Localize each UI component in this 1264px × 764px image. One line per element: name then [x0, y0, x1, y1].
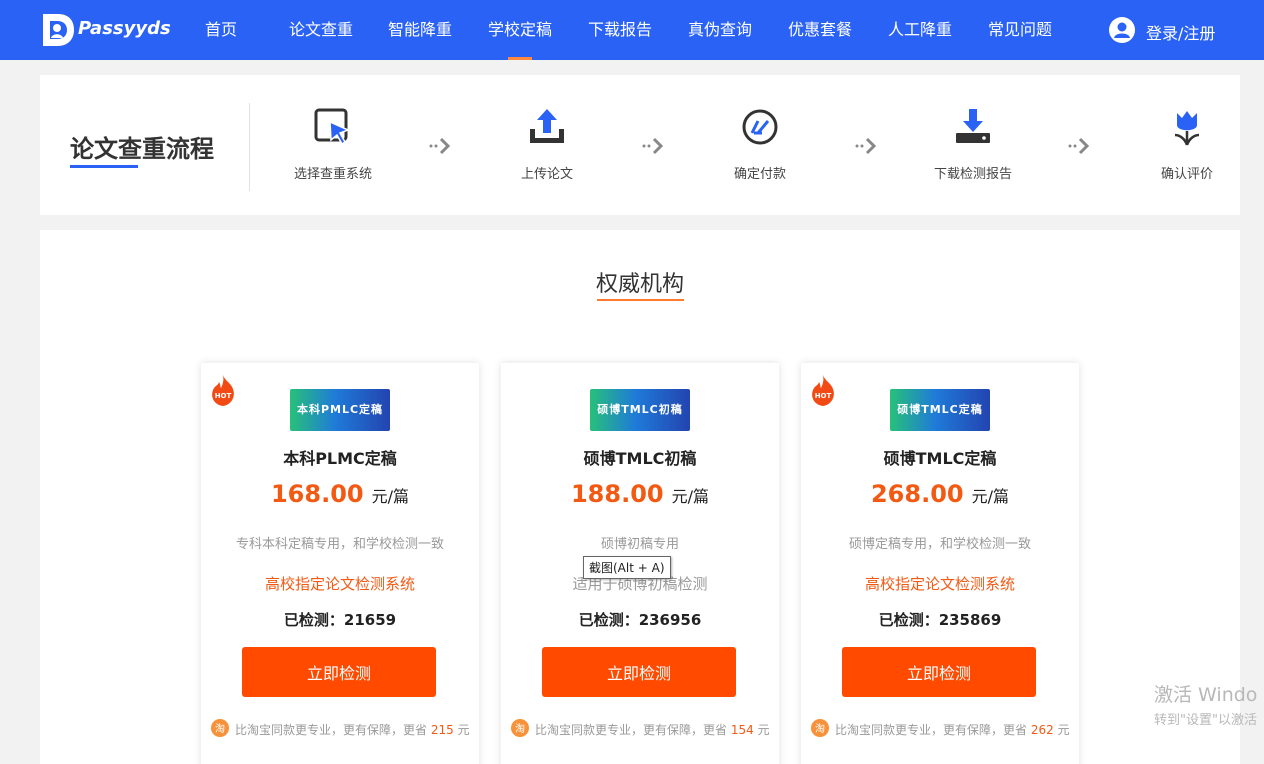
svg-text:HOT: HOT	[215, 392, 232, 400]
tulip-icon	[1174, 111, 1200, 146]
nav-item-smart-rewrite[interactable]: 智能降重	[387, 0, 453, 60]
checked-count: 已检测：21659	[283, 611, 397, 629]
process-divider	[249, 103, 250, 191]
process-step-label: 选择查重系统	[293, 167, 372, 182]
product-feature: 高校指定论文检测系统	[264, 575, 415, 593]
taobao-saving: 262	[1030, 723, 1054, 737]
screenshot-tooltip: 截图(Alt + A)	[583, 556, 671, 579]
check-now-button[interactable]: 立即检测	[842, 647, 1036, 697]
login-register-label: 登录/注册	[1146, 24, 1216, 43]
activation-subtitle: 转到"设置"以激活	[1154, 713, 1257, 728]
price-row: 188.00 元/篇	[501, 480, 779, 508]
nav-item-packages[interactable]: 优惠套餐	[787, 0, 853, 60]
check-now-button[interactable]: 立即检测	[542, 647, 736, 697]
step-arrow-icon	[429, 137, 451, 155]
price-row: 168.00 元/篇	[201, 480, 479, 508]
product-price: 268.00	[870, 480, 964, 508]
process-step-label: 确认评价	[1160, 167, 1213, 182]
product-name: 本科PLMC定稿	[283, 449, 397, 468]
product-name: 硕博TMLC定稿	[883, 449, 997, 468]
process-step-label: 下载检测报告	[933, 167, 1012, 182]
hot-badge-icon: HOT	[212, 375, 234, 406]
product-description: 专科本科定稿专用，和学校检测一致	[235, 537, 444, 552]
section-title-underline	[597, 299, 684, 301]
step-arrow-icon	[1068, 137, 1090, 155]
product-price: 168.00	[270, 480, 364, 508]
taobao-icon: 淘	[211, 719, 229, 737]
product-name: 硕博TMLC初稿	[583, 449, 697, 468]
taobao-compare-text: 比淘宝同款更专业，更有保障，更省	[535, 723, 728, 737]
product-banner: 硕博TMLC初稿	[590, 389, 690, 431]
process-step-label: 上传论文	[520, 167, 573, 182]
process-title: 论文查重流程	[70, 135, 214, 163]
taobao-icon: 淘	[511, 719, 529, 737]
hot-badge-icon: HOT	[812, 375, 834, 406]
windows-activation-watermark: 激活 Windo 转到"设置"以激活	[1154, 680, 1264, 728]
nav-item-verify[interactable]: 真伪查询	[687, 0, 753, 60]
step-arrow-icon	[855, 137, 877, 155]
product-banner-text: 硕博TMLC初稿	[597, 403, 683, 416]
price-row: 268.00 元/篇	[801, 480, 1079, 508]
process-step-label: 确定付款	[733, 167, 786, 182]
authority-section: 权威机构 HOT 本科PMLC定稿 本科PLMC定稿 168.00 元/篇 专科本…	[40, 230, 1240, 764]
checked-count: 已检测：236956	[578, 611, 702, 629]
taobao-saving: 154	[730, 723, 754, 737]
process-title-underline	[70, 165, 138, 168]
price-unit: 元/篇	[371, 487, 410, 506]
taobao-saving: 215	[430, 723, 454, 737]
nav-item-home[interactable]: 首页	[204, 0, 238, 60]
taobao-icon: 淘	[811, 719, 829, 737]
step-arrow-icon	[642, 137, 664, 155]
process-step-upload: 上传论文	[477, 105, 617, 182]
logo-text: Passyyds	[78, 18, 171, 39]
svg-text:HOT: HOT	[815, 392, 832, 400]
process-step-review: 确认评价	[1117, 105, 1257, 182]
svg-text:淘: 淘	[215, 722, 225, 735]
nav-item-plagiarism-check[interactable]: 论文查重	[288, 0, 354, 60]
product-card: HOT 本科PMLC定稿 本科PLMC定稿 168.00 元/篇 专科本科定稿专用…	[201, 363, 479, 764]
nav-item-download-report[interactable]: 下载报告	[587, 0, 653, 60]
product-banner: 本科PMLC定稿	[290, 389, 390, 431]
product-price: 188.00	[570, 480, 664, 508]
process-step-payment: 确定付款	[690, 105, 830, 182]
price-unit: 元/篇	[971, 487, 1010, 506]
product-banner: 硕博TMLC定稿	[890, 389, 990, 431]
taobao-saving-unit: 元	[757, 723, 770, 737]
product-feature: 高校指定论文检测系统	[864, 575, 1015, 593]
taobao-compare-text: 比淘宝同款更专业，更有保障，更省	[835, 723, 1028, 737]
check-now-button[interactable]: 立即检测	[242, 647, 436, 697]
process-step-download-report: 下载检测报告	[903, 105, 1043, 182]
activation-title: 激活 Windo	[1154, 684, 1258, 706]
product-banner-text: 本科PMLC定稿	[296, 403, 384, 416]
svg-text:淘: 淘	[815, 722, 825, 735]
process-step-select-system: 选择查重系统	[263, 105, 403, 182]
taobao-compare-text: 比淘宝同款更专业，更有保障，更省	[235, 723, 428, 737]
checked-count: 已检测：235869	[878, 611, 1002, 629]
check-process-panel: 论文查重流程 选择查重系统 上传论文 确定付款 下载检测报告 确认评价	[40, 75, 1240, 215]
logo-mark-icon	[43, 14, 74, 46]
price-unit: 元/篇	[671, 487, 710, 506]
product-description: 硕博初稿专用	[600, 537, 679, 552]
taobao-saving-unit: 元	[1057, 723, 1070, 737]
product-banner-text: 硕博TMLC定稿	[897, 403, 983, 416]
section-title: 权威机构	[595, 272, 684, 297]
product-description: 硕博定稿专用，和学校检测一致	[848, 537, 1031, 552]
site-logo[interactable]: Passyyds	[40, 12, 171, 48]
upload-icon	[530, 109, 564, 143]
svg-text:淘: 淘	[515, 722, 525, 735]
user-avatar-icon	[1109, 17, 1135, 43]
top-nav: Passyyds 首页 论文查重 智能降重 学校定稿 下载报告 真伪查询 优惠套…	[0, 0, 1264, 60]
nav-item-manual-rewrite[interactable]: 人工降重	[887, 0, 953, 60]
download-icon	[956, 109, 990, 143]
cursor-click-icon	[314, 108, 350, 146]
nav-item-faq[interactable]: 常见问题	[987, 0, 1053, 60]
taobao-saving-unit: 元	[457, 723, 470, 737]
product-card: HOT 硕博TMLC定稿 硕博TMLC定稿 268.00 元/篇 硕博定稿专用，和…	[801, 363, 1079, 764]
nav-item-school-final[interactable]: 学校定稿	[487, 0, 553, 60]
payment-icon	[742, 109, 778, 145]
